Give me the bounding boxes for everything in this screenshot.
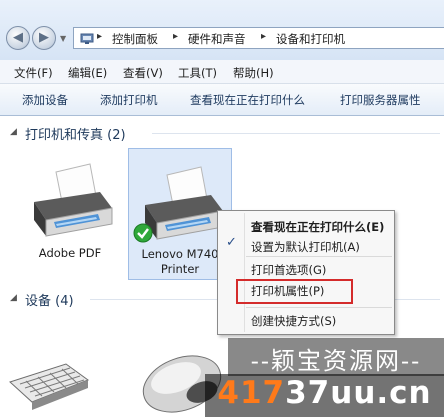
breadcrumb[interactable]: ▸ 控制面板 ▸ 硬件和声音 ▸ 设备和打印机 [73,27,444,49]
breadcrumb-devices-and-printers[interactable]: 设备和打印机 [276,31,345,47]
menu-item-create-shortcut[interactable]: 创建快捷方式(S) [251,313,336,329]
back-arrow-icon: ◀ [13,30,23,45]
printers-group-header[interactable]: ◢ 打印机和传真 (2) [0,122,444,144]
address-bar-area: ◀ ▶ ▼ ▸ 控制面板 ▸ 硬件和声音 ▸ 设备和打印机 [0,0,444,60]
menu-gutter [244,213,245,332]
device-keyboard[interactable] [6,346,90,417]
add-device-button[interactable]: 添加设备 [22,92,68,108]
breadcrumb-hardware-and-sound[interactable]: 硬件和声音 [188,31,246,47]
control-panel-icon [80,33,94,44]
annotation-highlight-box [236,279,353,304]
watermark-text: --颖宝资源网-- [250,347,422,375]
command-toolbar: 添加设备 添加打印机 查看现在正在打印什么 打印服务器属性 [0,84,444,116]
see-whats-printing-button[interactable]: 查看现在正在打印什么 [190,92,305,108]
default-printer-check-icon [133,223,153,243]
watermark-url-part2: 37uu.cn [285,375,432,411]
printer-icon [34,163,113,237]
menu-edit[interactable]: 编辑(E) [68,65,107,81]
watermark-url-banner: 41737uu.cn [205,374,444,417]
keyboard-icon [9,363,90,410]
printer-adobe-pdf[interactable]: Adobe PDF [20,150,120,270]
menu-help[interactable]: 帮助(H) [233,65,274,81]
group-title: 设备 (4) [25,294,74,309]
menu-bar: 文件(F) 编辑(E) 查看(V) 工具(T) 帮助(H) [0,60,444,84]
menu-separator [246,307,392,308]
device-name-line1: Lenovo M740 [141,247,219,261]
devices-and-printers-window: ◀ ▶ ▼ ▸ 控制面板 ▸ 硬件和声音 ▸ 设备和打印机 文件(F) 编辑(E… [0,0,444,417]
breadcrumb-separator[interactable]: ▸ [173,31,178,42]
forward-button[interactable]: ▶ [32,26,56,50]
collapse-triangle-icon[interactable]: ◢ [10,127,17,137]
printer-context-menu: 查看现在正在打印什么(E) ✓ 设置为默认打印机(A) 打印首选项(G) 打印机… [217,210,395,335]
watermark-url-part1: 417 [217,375,286,411]
add-printer-button[interactable]: 添加打印机 [100,92,158,108]
breadcrumb-control-panel[interactable]: 控制面板 [112,31,158,47]
menu-tools[interactable]: 工具(T) [178,65,217,81]
recent-pages-dropdown-icon[interactable]: ▼ [60,34,66,43]
breadcrumb-separator[interactable]: ▸ [261,31,266,42]
print-server-properties-button[interactable]: 打印服务器属性 [340,92,421,108]
group-title: 打印机和传真 (2) [25,128,126,143]
menu-file[interactable]: 文件(F) [14,65,53,81]
watermark-banner: --颖宝资源网-- [228,338,444,376]
menu-item-see-whats-printing[interactable]: 查看现在正在打印什么(E) [251,219,384,235]
menu-separator [246,256,392,257]
back-button[interactable]: ◀ [6,26,30,50]
menu-item-printing-preferences[interactable]: 打印首选项(G) [251,262,326,278]
forward-arrow-icon: ▶ [39,30,49,45]
breadcrumb-separator[interactable]: ▸ [97,31,102,42]
group-divider [152,133,440,134]
checkmark-icon: ✓ [226,235,237,250]
watermark-url: 41737uu.cn [205,375,444,411]
menu-item-set-as-default[interactable]: 设置为默认打印机(A) [251,239,360,255]
device-name-line2: Printer [160,262,200,276]
menu-view[interactable]: 查看(V) [123,65,163,81]
device-name: Adobe PDF [38,246,102,260]
collapse-triangle-icon[interactable]: ◢ [10,293,17,303]
